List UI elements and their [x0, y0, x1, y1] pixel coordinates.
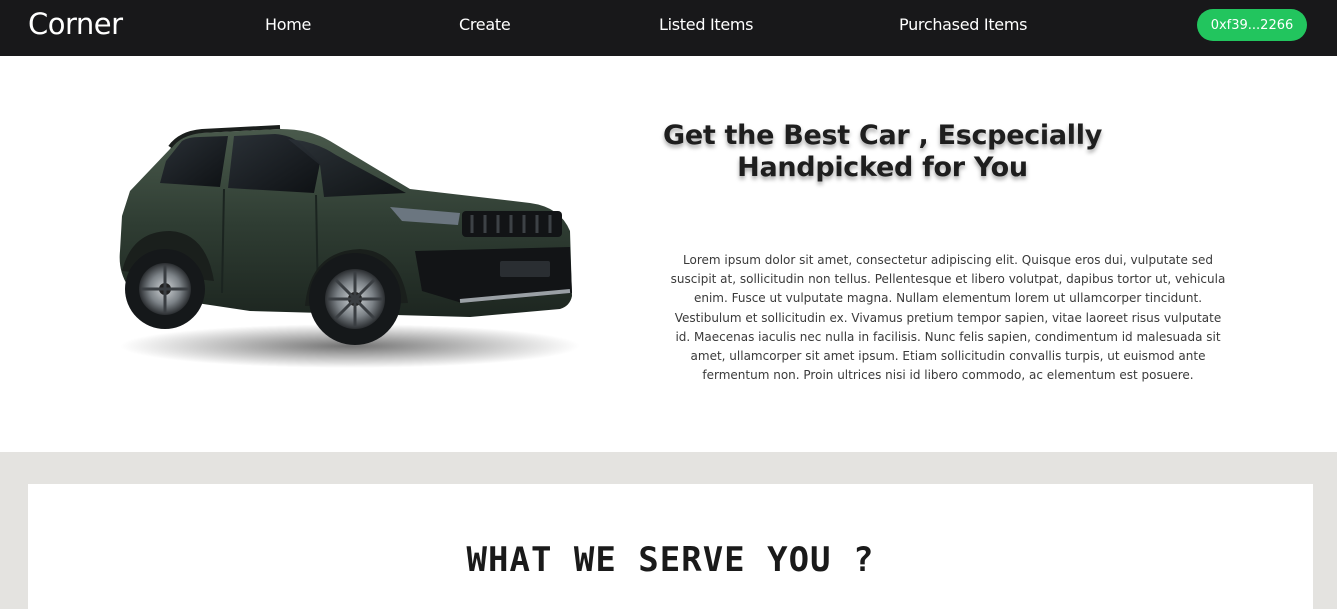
suv-car-image	[119, 125, 580, 368]
nav-listed-items-link[interactable]: Listed Items	[659, 15, 754, 34]
nav-purchased-items-link[interactable]: Purchased Items	[899, 15, 1027, 34]
brand-logo[interactable]: Corner	[28, 7, 123, 41]
what-we-serve-section: WHAT WE SERVE YOU ?	[28, 484, 1313, 609]
nav-create-link[interactable]: Create	[459, 15, 511, 34]
serve-section-title: WHAT WE SERVE YOU ?	[466, 540, 875, 580]
wallet-address-button[interactable]: 0xf39...2266	[1197, 9, 1307, 41]
nav-home-link[interactable]: Home	[265, 15, 311, 34]
hero-description: Lorem ipsum dolor sit amet, consectetur …	[670, 253, 1226, 383]
hero-section: Get the Best Car , Escpecially Handpicke…	[0, 56, 1337, 452]
hero-title: Get the Best Car , Escpecially Handpicke…	[662, 120, 1103, 183]
top-navbar: Corner Home Create Listed Items Purchase…	[0, 0, 1337, 56]
